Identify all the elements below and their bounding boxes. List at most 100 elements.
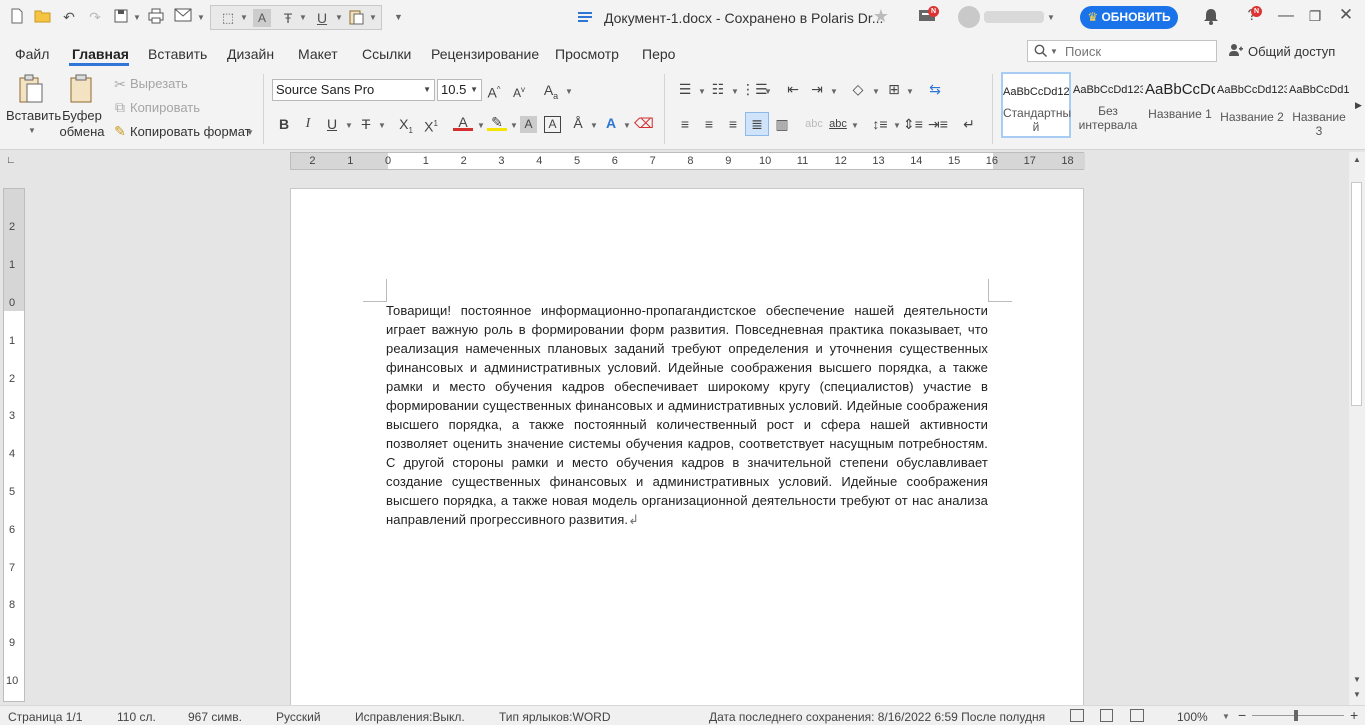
decrease-indent-icon[interactable]: ⇤ <box>783 79 803 99</box>
distribute-icon[interactable]: ▥ <box>772 114 792 134</box>
document-body-text[interactable]: Товарищи! постоянное информационно-пропа… <box>386 301 988 529</box>
restore-icon[interactable]: ❐ <box>1306 7 1324 25</box>
undo-icon[interactable]: ↶ <box>60 8 78 26</box>
text-outline-icon[interactable]: A <box>601 113 621 133</box>
align-center-icon[interactable]: ≡ <box>699 114 719 134</box>
new-folder-icon[interactable] <box>8 8 26 26</box>
redo-icon[interactable]: ↷ <box>86 8 104 26</box>
zoom-in-icon[interactable]: + <box>1350 707 1358 723</box>
clipboard-label-1[interactable]: Буфер <box>58 108 106 124</box>
borders-icon[interactable]: ⊞ <box>884 79 904 99</box>
horizontal-ruler[interactable]: 2 1 0 1 2 3 4 5 6 7 8 9 10 11 12 13 14 15 16 17 18 <box>290 152 1085 170</box>
clear-format-icon[interactable]: ⌫ <box>634 113 654 133</box>
chevron-down-icon[interactable]: ▼ <box>623 121 631 130</box>
bold-icon[interactable]: B <box>274 114 294 134</box>
scroll-down-icon[interactable]: ▼ <box>1353 690 1361 699</box>
search-input[interactable]: ▼ Поиск <box>1027 40 1217 62</box>
char-spacing-icon[interactable]: abc <box>804 114 824 134</box>
chevron-down-icon[interactable]: ▼ <box>1047 13 1055 22</box>
paragraph-spacing-icon[interactable]: ⇕≡ <box>903 114 923 134</box>
tab-references[interactable]: Ссылки <box>362 46 411 62</box>
tab-stop-selector-icon[interactable]: ∟ <box>6 155 18 167</box>
chevron-down-icon[interactable]: ▼ <box>28 126 36 135</box>
chevron-down-icon[interactable]: ▼ <box>764 87 772 96</box>
chevron-down-icon[interactable]: ▼ <box>590 121 598 130</box>
chevron-down-icon[interactable]: ▼ <box>345 121 353 130</box>
chevron-down-icon[interactable]: ▼ <box>1222 712 1230 721</box>
clipboard-icon[interactable] <box>68 74 94 107</box>
track-changes-status[interactable]: Исправления:Выкл. <box>355 710 465 724</box>
chevron-down-icon[interactable]: ▼ <box>731 87 739 96</box>
copy-button[interactable]: Копировать <box>130 100 200 116</box>
border-icon[interactable]: ⬚ <box>219 9 237 27</box>
align-left-icon[interactable]: ≡ <box>675 114 695 134</box>
print-layout-icon[interactable] <box>1070 709 1084 722</box>
chevron-down-icon[interactable]: ▼ <box>698 87 706 96</box>
tab-view[interactable]: Просмотр <box>555 46 619 62</box>
chevron-down-icon[interactable]: ▼ <box>246 128 254 137</box>
italic-icon[interactable]: I <box>298 114 318 134</box>
chevron-down-icon[interactable]: ▼ <box>477 121 485 130</box>
chevron-down-icon[interactable]: ▼ <box>378 121 386 130</box>
tab-pen[interactable]: Перо <box>642 46 675 62</box>
tab-file[interactable]: Файл <box>15 46 49 62</box>
paragraph-mark-icon[interactable]: ↵ <box>959 114 979 134</box>
text-direction-icon[interactable]: ⇆ <box>925 79 945 99</box>
bullet-list-icon[interactable]: ☰ <box>675 79 695 99</box>
close-icon[interactable]: ✕ <box>1337 6 1355 24</box>
justify-icon[interactable]: ≣ <box>745 112 769 136</box>
tab-design[interactable]: Дизайн <box>227 46 274 62</box>
update-button[interactable]: ♛ ОБНОВИТЬ <box>1080 6 1178 29</box>
tab-home[interactable]: Главная <box>72 46 129 62</box>
minimize-icon[interactable]: — <box>1277 7 1295 25</box>
font-color-icon[interactable]: A <box>453 112 473 131</box>
font-name-select[interactable]: Source Sans Pro ▼ <box>272 79 435 101</box>
tab-review[interactable]: Рецензирование <box>431 46 539 62</box>
chevron-down-icon[interactable]: ▼ <box>830 87 838 96</box>
zoom-slider[interactable] <box>1252 710 1344 721</box>
multilevel-list-icon[interactable]: ⋮☰ <box>741 79 768 99</box>
subscript-icon[interactable]: X1 <box>396 114 416 135</box>
shrink-font-icon[interactable]: Av <box>509 80 529 100</box>
chevron-down-icon[interactable]: ▼ <box>335 13 343 22</box>
grow-font-icon[interactable]: A^ <box>484 80 504 101</box>
share-label[interactable]: Общий доступ <box>1248 44 1335 59</box>
tab-insert[interactable]: Вставить <box>148 46 207 62</box>
line-spacing-icon[interactable]: ↕≡ <box>870 114 890 134</box>
font-size-select[interactable]: 10.5 ▼ <box>437 79 482 101</box>
underline-icon[interactable]: U <box>313 9 331 27</box>
star-icon[interactable]: ★ <box>872 7 890 25</box>
open-icon[interactable] <box>34 8 52 26</box>
highlight-icon[interactable]: ✎ <box>487 112 507 131</box>
chevron-down-icon[interactable]: ▼ <box>423 80 431 100</box>
chevron-down-icon[interactable]: ▼ <box>197 13 205 22</box>
hyphenation-icon[interactable]: abc <box>828 114 848 134</box>
chevron-down-icon[interactable]: ▼ <box>906 87 914 96</box>
language[interactable]: Русский <box>276 710 321 724</box>
vertical-ruler[interactable]: 2 1 0 1 2 3 4 5 6 7 8 9 10 <box>3 188 25 702</box>
scrollbar-thumb[interactable] <box>1351 182 1362 406</box>
paste-icon[interactable] <box>18 74 44 107</box>
style-heading-1[interactable]: AaBbCcDd Название 1 <box>1145 72 1215 138</box>
chevron-down-icon[interactable]: ▼ <box>851 121 859 130</box>
share-icon[interactable] <box>1228 42 1244 61</box>
change-case-icon[interactable]: Aa <box>541 80 561 101</box>
cut-icon[interactable]: ✂ <box>110 74 130 94</box>
char-shading-icon[interactable]: A <box>520 116 537 133</box>
increase-indent-icon[interactable]: ⇥ <box>807 79 827 99</box>
chevron-down-icon[interactable]: ▼ <box>299 13 307 22</box>
style-heading-2[interactable]: AaBbCcDd123 Название 2 <box>1217 72 1287 138</box>
zoom-slider-thumb[interactable] <box>1293 710 1298 721</box>
numbered-list-icon[interactable]: ☷ <box>708 79 728 99</box>
format-painter-button[interactable]: Копировать формат <box>130 124 251 140</box>
chevron-down-icon[interactable]: ▼ <box>893 121 901 130</box>
zoom-level[interactable]: 100% <box>1177 710 1208 724</box>
chevron-down-icon[interactable]: ▼ <box>240 13 248 22</box>
indent-settings-icon[interactable]: ⇥≡ <box>928 114 948 134</box>
font-format-icon[interactable]: A <box>253 9 271 27</box>
char-border-icon[interactable]: A <box>544 116 561 133</box>
chevron-down-icon[interactable]: ▼ <box>470 80 478 100</box>
email-icon[interactable] <box>174 8 192 26</box>
user-avatar[interactable] <box>958 6 980 28</box>
notifications-icon[interactable] <box>1204 8 1218 28</box>
